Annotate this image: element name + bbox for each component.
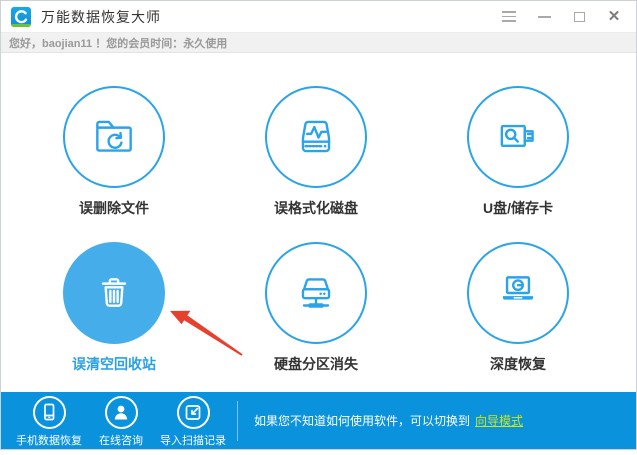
action-circle: [104, 395, 138, 429]
disk-pulse-icon: [301, 120, 331, 153]
footer-divider: [237, 400, 238, 441]
feature-formatted-disk[interactable]: 误格式化磁盘: [265, 86, 367, 218]
feature-circle: [63, 242, 165, 344]
laptop-scan-icon: [502, 276, 534, 300]
footer-bar: 手机数据恢复 在线咨询 导入扫描记录 如果您不知道如何使用软件，可以切换到 向导…: [1, 392, 636, 449]
action-label: 导入扫描记录: [160, 434, 226, 447]
folder-recycle-icon: [96, 120, 132, 152]
action-circle: [32, 395, 66, 429]
feature-label: 误删除文件: [79, 200, 149, 216]
action-label: 手机数据恢复: [16, 434, 82, 447]
feature-usb-card[interactable]: U盘/储存卡: [467, 86, 569, 218]
feature-deep-recovery[interactable]: 深度恢复: [467, 242, 569, 374]
action-label: 在线咨询: [99, 434, 143, 447]
import-icon: [185, 405, 201, 420]
greeting-bar: 您好，baojian11 ！您的会员时间：永久使用: [1, 33, 636, 53]
titlebar: 万能数据恢复大师 ✕: [1, 1, 636, 33]
app-logo-icon: [11, 6, 31, 27]
app-window: 万能数据恢复大师 ✕ 您好，baojian11 ！您的会员时间：永久使用 误删除…: [0, 0, 637, 450]
feature-label: U盘/储存卡: [483, 200, 553, 216]
footer-action-phone-recovery[interactable]: 手机数据恢复: [16, 394, 82, 448]
feature-circle: [63, 86, 165, 188]
footer-action-import-scan[interactable]: 导入扫描记录: [160, 394, 226, 448]
feature-label: 误清空回收站: [72, 356, 156, 372]
hdd-partition-icon: [301, 278, 331, 308]
feature-label: 误格式化磁盘: [274, 200, 358, 216]
feature-recycle-bin[interactable]: 误清空回收站: [63, 242, 165, 374]
action-circle: [176, 395, 210, 429]
feature-circle: [265, 242, 367, 344]
usb-search-icon: [500, 124, 534, 148]
feature-label: 硬盘分区消失: [274, 356, 358, 372]
menu-icon[interactable]: [501, 9, 517, 25]
feature-label: 深度恢复: [490, 356, 546, 372]
greeting-text: 您好，baojian11 ！您的会员时间：永久使用: [9, 37, 228, 50]
help-text: 如果您不知道如何使用软件，可以切换到: [254, 414, 471, 428]
feature-circle: [467, 86, 569, 188]
close-icon[interactable]: ✕: [606, 9, 622, 25]
person-icon: [114, 405, 128, 420]
feature-grid: 误删除文件 误格式化磁盘 U盘/储存卡 误清空回收站 硬盘分区消失 深度恢复: [1, 53, 636, 393]
feature-circle: [265, 86, 367, 188]
minimize-icon[interactable]: [536, 9, 552, 25]
trash-icon: [101, 278, 127, 307]
maximize-icon[interactable]: [571, 9, 587, 25]
feature-circle: [467, 242, 569, 344]
feature-deleted-files[interactable]: 误删除文件: [63, 86, 165, 218]
phone-icon: [44, 403, 55, 421]
app-title: 万能数据恢复大师: [41, 8, 161, 25]
feature-lost-partition[interactable]: 硬盘分区消失: [265, 242, 367, 374]
footer-action-online-support[interactable]: 在线咨询: [93, 394, 149, 448]
wizard-mode-link[interactable]: 向导模式: [475, 414, 523, 428]
